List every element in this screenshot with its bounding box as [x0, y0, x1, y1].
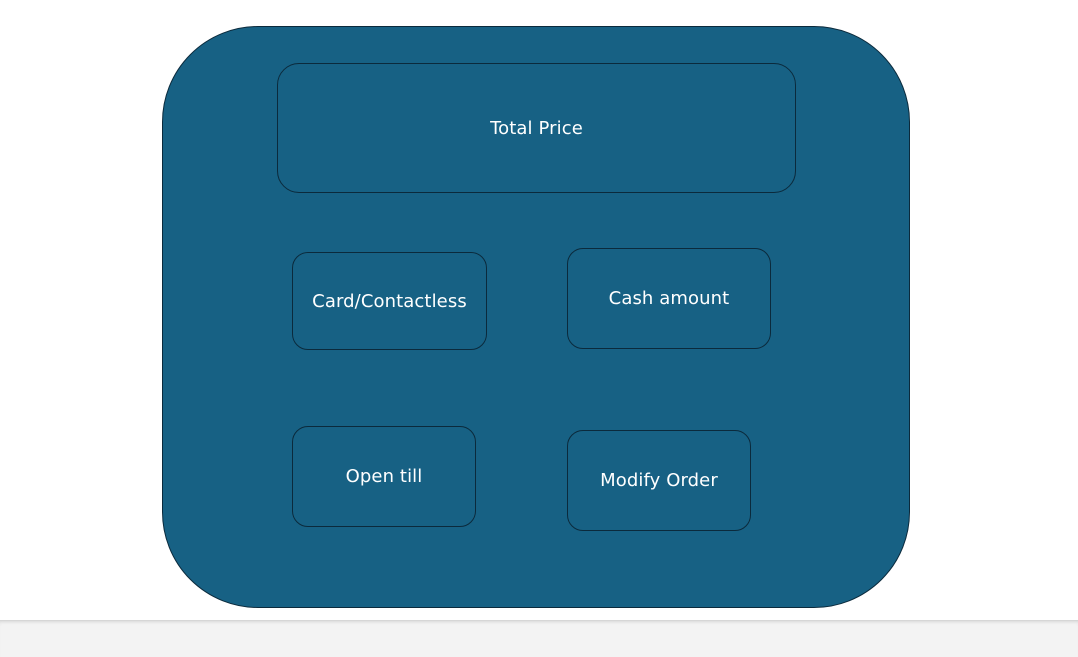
open-till-label: Open till	[345, 466, 423, 487]
card-contactless-button[interactable]: Card/Contactless	[292, 252, 487, 350]
bottom-strip	[0, 620, 1078, 657]
total-price-display: Total Price	[277, 63, 796, 193]
canvas: Total Price Card/Contactless Cash amount…	[0, 0, 1078, 620]
open-till-button[interactable]: Open till	[292, 426, 476, 527]
total-price-label: Total Price	[490, 117, 583, 139]
cash-amount-label: Cash amount	[608, 288, 730, 309]
modify-order-button[interactable]: Modify Order	[567, 430, 751, 531]
card-contactless-label: Card/Contactless	[312, 290, 467, 312]
modify-order-label: Modify Order	[600, 470, 718, 491]
cash-amount-button[interactable]: Cash amount	[567, 248, 771, 349]
